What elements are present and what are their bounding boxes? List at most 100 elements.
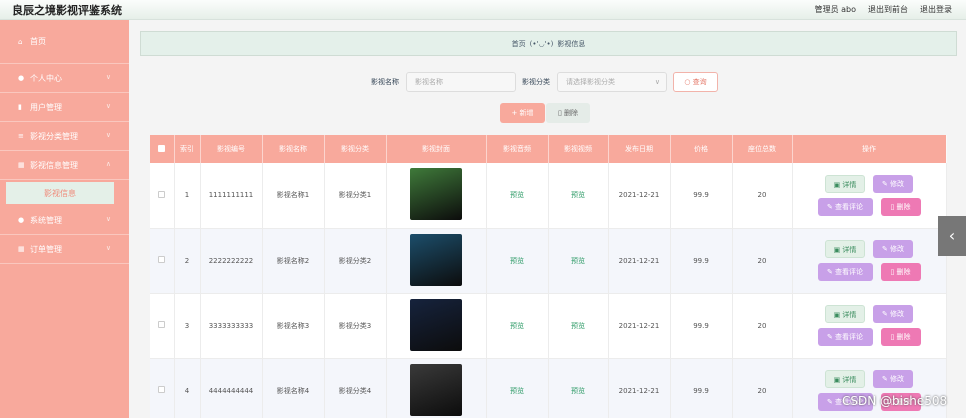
chevron-down-icon: ∨ bbox=[105, 131, 111, 139]
breadcrumb-separator: (•'◡'•) bbox=[529, 39, 554, 48]
cell-cover bbox=[386, 358, 487, 418]
cell-code: 1111111111 bbox=[200, 163, 263, 229]
sidebar-item-label: 影视信息管理 bbox=[30, 160, 78, 170]
cell-audio: 预览 bbox=[486, 358, 549, 418]
dot-icon: ● bbox=[18, 216, 25, 224]
sidebar-subitem-movie-info[interactable]: 影视信息 bbox=[6, 182, 114, 204]
sidebar-item-label: 订单管理 bbox=[30, 244, 62, 254]
column-header[interactable]: 影视分类 bbox=[324, 135, 387, 163]
cell-video: 预览 bbox=[548, 293, 609, 359]
column-header[interactable]: 座位总数 bbox=[732, 135, 793, 163]
movie-table: 索引 影视编号 影视名称 影视分类 影视封面 影视音频 影视视频 发布日期 价格… bbox=[150, 135, 947, 418]
select-all-checkbox[interactable] bbox=[150, 135, 175, 163]
cell-index: 2 bbox=[174, 228, 201, 294]
back-to-front-link[interactable]: 退出到前台 bbox=[868, 4, 908, 15]
cell-category: 影视分类3 bbox=[324, 293, 387, 359]
sidebar-item-orders[interactable]: ▦ 订单管理 ∨ bbox=[0, 235, 129, 264]
table-row: 3 3333333333 影视名称3 影视分类3 预览 预览 2021-12-2… bbox=[150, 293, 947, 359]
cell-index: 1 bbox=[174, 163, 201, 229]
cell-date: 2021-12-21 bbox=[608, 163, 671, 229]
row-checkbox[interactable] bbox=[150, 163, 175, 229]
detail-button[interactable]: ▣ 详情 bbox=[825, 240, 865, 258]
delete-button[interactable]: ▯ 删除 bbox=[880, 263, 921, 281]
view-reviews-button[interactable]: ✎ 查看评论 bbox=[817, 197, 873, 216]
logout-link[interactable]: 退出登录 bbox=[920, 4, 952, 15]
delete-button[interactable]: ▯ 删除 bbox=[880, 197, 921, 216]
video-preview-link[interactable]: 预览 bbox=[571, 322, 585, 330]
column-header[interactable]: 影视音频 bbox=[486, 135, 549, 163]
column-header[interactable]: 价格 bbox=[670, 135, 733, 163]
cell-audio: 预览 bbox=[486, 293, 549, 359]
batch-delete-button[interactable]: ▯ 删除 bbox=[546, 103, 590, 123]
row-checkbox[interactable] bbox=[150, 228, 175, 294]
column-header[interactable]: 影视编号 bbox=[200, 135, 263, 163]
chevron-down-icon: ∨ bbox=[105, 244, 111, 252]
sidebar-item-profile[interactable]: ● 个人中心 ∨ bbox=[0, 64, 129, 93]
movie-name-label: 影视名称 bbox=[371, 78, 399, 86]
top-links: 管理员 abo 退出到前台 退出登录 bbox=[815, 4, 952, 15]
sidebar-item-category[interactable]: ≡ 影视分类管理 ∨ bbox=[0, 122, 129, 151]
audio-preview-link[interactable]: 预览 bbox=[510, 322, 524, 330]
search-icon: ○ bbox=[684, 78, 691, 86]
cell-video: 预览 bbox=[548, 358, 609, 418]
view-reviews-button[interactable]: ✎ 查看评论 bbox=[817, 263, 873, 281]
sidebar-item-system[interactable]: ● 系统管理 ∨ bbox=[0, 206, 129, 235]
edit-button[interactable]: ✎ 修改 bbox=[873, 240, 913, 258]
query-button[interactable]: ○ 查询 bbox=[673, 72, 718, 92]
movie-name-input[interactable]: 影视名称 bbox=[406, 72, 516, 92]
cell-operations: ▣ 详情 ✎ 修改 ✎ 查看评论 ▯ 删除 bbox=[792, 228, 947, 294]
movie-poster-image[interactable] bbox=[410, 363, 462, 416]
table-icon: ▦ bbox=[18, 245, 25, 253]
cell-price: 99.9 bbox=[670, 358, 733, 418]
edit-button[interactable]: ✎ 修改 bbox=[873, 305, 913, 323]
video-preview-link[interactable]: 预览 bbox=[571, 257, 585, 265]
audio-preview-link[interactable]: 预览 bbox=[510, 387, 524, 395]
video-preview-link[interactable]: 预览 bbox=[571, 387, 585, 395]
movie-category-select[interactable]: 请选择影视分类 ∨ bbox=[557, 72, 667, 92]
add-button[interactable]: + 新增 bbox=[500, 103, 545, 123]
batch-delete-label: 删除 bbox=[564, 109, 579, 117]
breadcrumb-home[interactable]: 首页 bbox=[512, 39, 526, 49]
cell-seats: 20 bbox=[732, 293, 793, 359]
movie-poster-image[interactable] bbox=[410, 168, 462, 221]
video-preview-link[interactable]: 预览 bbox=[571, 191, 585, 199]
sidebar-item-label: 系统管理 bbox=[30, 215, 62, 225]
table-row: 4 4444444444 影视名称4 影视分类4 预览 预览 2021-12-2… bbox=[150, 358, 947, 418]
column-header[interactable]: 影视视频 bbox=[548, 135, 609, 163]
column-header[interactable]: 影视名称 bbox=[262, 135, 325, 163]
audio-preview-link[interactable]: 预览 bbox=[510, 191, 524, 199]
cell-date: 2021-12-21 bbox=[608, 358, 671, 418]
column-header[interactable]: 影视封面 bbox=[386, 135, 487, 163]
cell-operations: ▣ 详情 ✎ 修改 ✎ 查看评论 ▯ 删除 bbox=[792, 358, 947, 418]
sidebar-item-home[interactable]: ⌂ 首页 bbox=[0, 20, 129, 64]
sidebar-item-users[interactable]: ▮ 用户管理 ∨ bbox=[0, 93, 129, 122]
cell-name: 影视名称4 bbox=[262, 358, 325, 418]
cell-date: 2021-12-21 bbox=[608, 293, 671, 359]
cell-index: 4 bbox=[174, 358, 201, 418]
sidebar-item-movies[interactable]: ▦ 影视信息管理 ∧ bbox=[0, 151, 129, 180]
movie-poster-image[interactable] bbox=[410, 233, 462, 286]
detail-button[interactable]: ▣ 详情 bbox=[825, 174, 865, 193]
cell-seats: 20 bbox=[732, 163, 793, 229]
cell-cover bbox=[386, 293, 487, 359]
movie-poster-image[interactable] bbox=[410, 298, 462, 351]
column-header[interactable]: 发布日期 bbox=[608, 135, 671, 163]
audio-preview-link[interactable]: 预览 bbox=[510, 257, 524, 265]
collapse-panel-tab[interactable]: ‹ bbox=[938, 216, 966, 256]
chevron-down-icon: ∨ bbox=[654, 78, 660, 86]
cell-name: 影视名称3 bbox=[262, 293, 325, 359]
view-reviews-button[interactable]: ✎ 查看评论 bbox=[817, 328, 873, 346]
sidebar-item-label: 影视分类管理 bbox=[30, 131, 78, 141]
watermark: CSDN @bishe508 bbox=[842, 394, 948, 408]
app-title: 良辰之境影视评鉴系统 bbox=[12, 4, 122, 17]
grid-icon: ▦ bbox=[18, 161, 25, 169]
edit-button[interactable]: ✎ 修改 bbox=[873, 370, 913, 388]
detail-button[interactable]: ▣ 详情 bbox=[825, 370, 865, 388]
edit-button[interactable]: ✎ 修改 bbox=[873, 174, 913, 193]
delete-button[interactable]: ▯ 删除 bbox=[880, 328, 921, 346]
row-checkbox[interactable] bbox=[150, 358, 175, 418]
detail-button[interactable]: ▣ 详情 bbox=[825, 305, 865, 323]
column-header[interactable]: 索引 bbox=[174, 135, 201, 163]
row-checkbox[interactable] bbox=[150, 293, 175, 359]
sidebar-item-label: 首页 bbox=[30, 37, 46, 46]
